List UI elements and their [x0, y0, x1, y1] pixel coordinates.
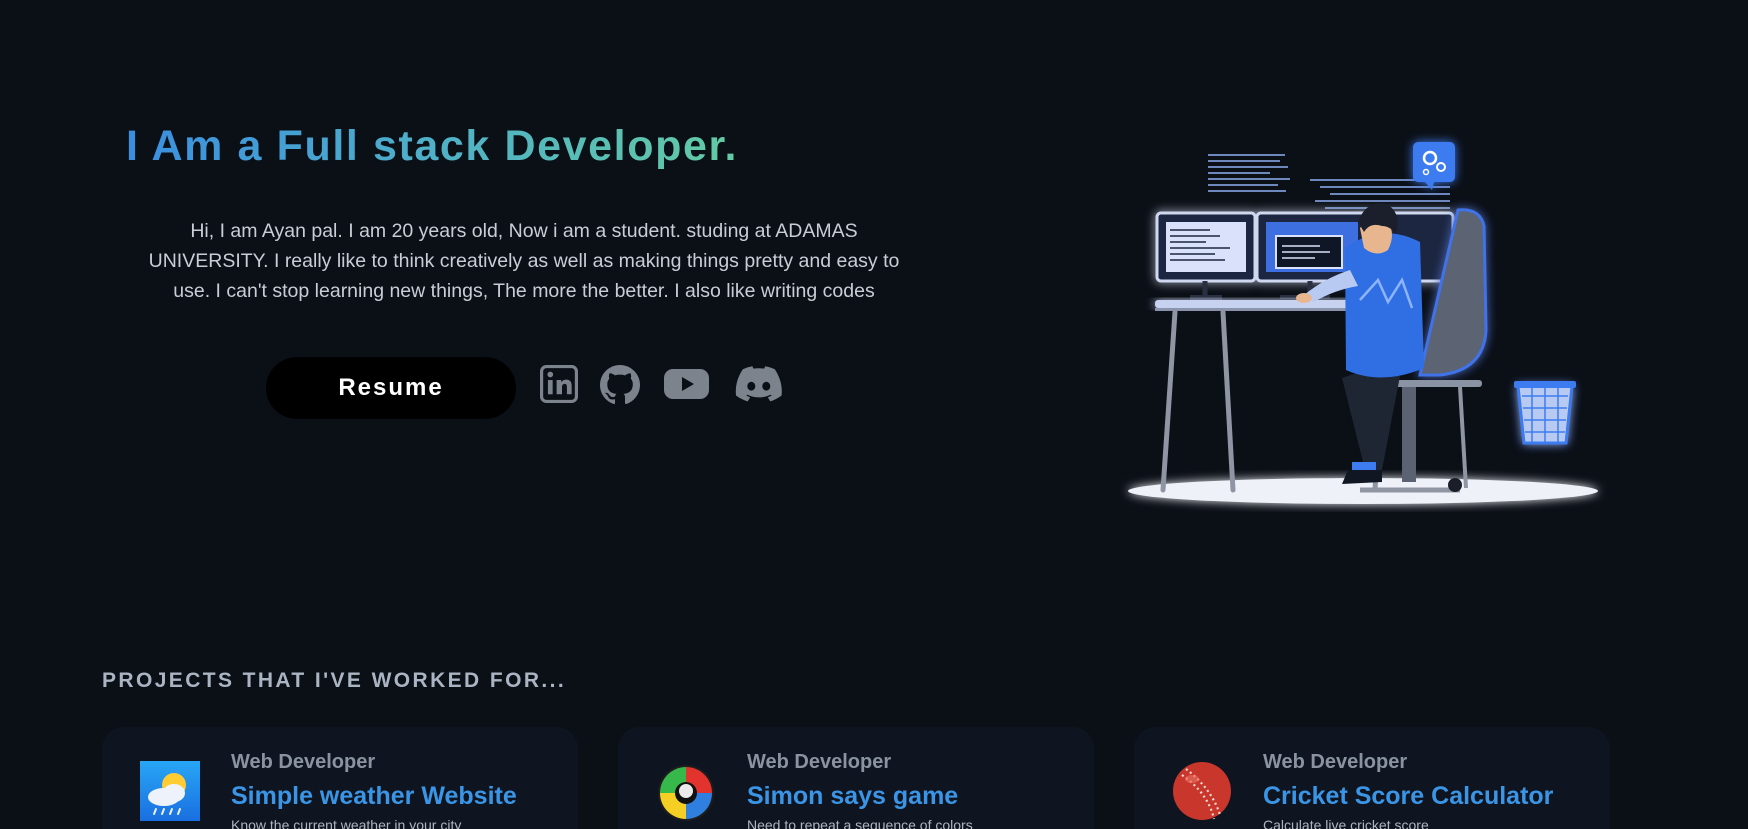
project-card-weather[interactable]: Web Developer Simple weather Website Kno…	[102, 727, 578, 829]
cricket-ball-icon	[1173, 762, 1231, 820]
hero-title: I Am a Full stack Developer.	[126, 122, 738, 170]
linkedin-link[interactable]	[540, 365, 578, 403]
project-card-cricket[interactable]: Web Developer Cricket Score Calculator C…	[1134, 727, 1610, 829]
resume-button[interactable]: Resume	[266, 357, 516, 419]
card-title[interactable]: Simple weather Website	[231, 782, 517, 811]
github-link[interactable]	[600, 365, 640, 405]
card-description: Calculate live cricket score	[1263, 817, 1429, 829]
weather-icon	[140, 761, 200, 821]
discord-icon	[735, 366, 782, 402]
card-role: Web Developer	[231, 751, 376, 773]
card-description: Need to repeat a sequence of colors	[747, 817, 973, 829]
github-icon	[600, 365, 640, 405]
card-description: Know the current weather in your city	[231, 817, 462, 829]
youtube-link[interactable]	[664, 365, 709, 403]
simon-game-icon	[658, 765, 714, 821]
discord-link[interactable]	[735, 365, 782, 403]
card-title[interactable]: Cricket Score Calculator	[1263, 782, 1553, 811]
youtube-icon	[664, 369, 709, 399]
card-title[interactable]: Simon says game	[747, 782, 958, 811]
card-role: Web Developer	[1263, 751, 1408, 773]
project-card-simon[interactable]: Web Developer Simon says game Need to re…	[618, 727, 1094, 829]
projects-heading: PROJECTS THAT I'VE WORKED FOR...	[102, 669, 567, 692]
developer-at-desk-illustration	[1128, 142, 1598, 504]
card-role: Web Developer	[747, 751, 892, 773]
linkedin-icon	[540, 365, 578, 403]
hero-bio: Hi, I am Ayan pal. I am 20 years old, No…	[148, 220, 900, 302]
